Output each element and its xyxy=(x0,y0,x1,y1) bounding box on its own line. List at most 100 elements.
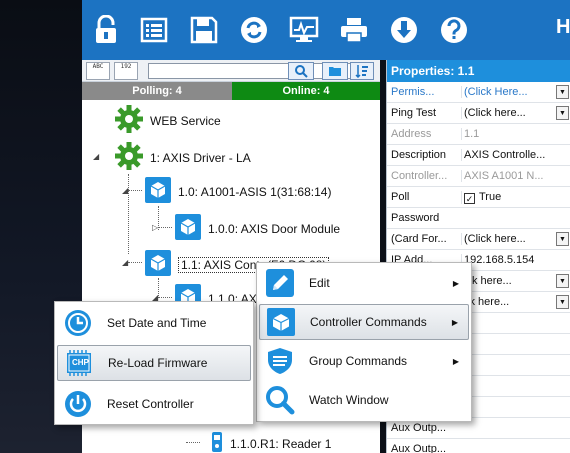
property-row[interactable]: Poll ✓ True xyxy=(387,187,570,208)
property-name: (Card For... xyxy=(391,233,447,245)
menu-item-label: Watch Window xyxy=(309,393,389,407)
menu-item-set-date-time[interactable]: Set Date and Time xyxy=(57,305,251,341)
property-value[interactable]: ✓ True xyxy=(461,191,569,204)
download-icon[interactable] xyxy=(387,13,421,47)
tree-node-controller-1-0[interactable]: 1.0: A1001-ASIS 1(31:68:14) xyxy=(144,176,331,207)
submenu-arrow-icon: ▶ xyxy=(452,278,459,288)
monitor-icon[interactable] xyxy=(287,13,321,47)
property-value[interactable]: ck here... xyxy=(461,296,569,308)
clock-icon xyxy=(63,308,93,338)
tree-node-label: 1.0: A1001-ASIS 1(31:68:14) xyxy=(178,184,332,199)
save-icon[interactable] xyxy=(187,13,221,47)
lock-icon[interactable] xyxy=(89,13,123,47)
property-row[interactable]: Description AXIS Controlle... xyxy=(387,145,570,166)
submenu-arrow-icon: ▶ xyxy=(452,356,459,366)
chip-label: CHP xyxy=(72,358,89,367)
device-cube-icon xyxy=(144,249,172,280)
property-row[interactable]: (Card For... (Click here... ▼ xyxy=(387,229,570,250)
online-count: Online: 4 xyxy=(232,82,380,100)
tree-node-label: WEB Service xyxy=(150,113,221,128)
property-row[interactable]: Password xyxy=(387,208,570,229)
polling-count: Polling: 4 xyxy=(82,82,232,100)
property-value[interactable]: 1.1 xyxy=(461,128,569,140)
dropdown-arrow-icon[interactable]: ▼ xyxy=(556,295,569,309)
help-icon[interactable] xyxy=(437,13,471,47)
tree-search-bar: ABC 192 xyxy=(82,60,380,82)
menu-item-group-commands[interactable]: Group Commands ▶ xyxy=(259,343,469,379)
menu-item-label: Reset Controller xyxy=(107,397,194,411)
power-icon xyxy=(63,389,93,419)
menu-item-label: Re-Load Firmware xyxy=(108,356,208,370)
context-menu: Edit ▶ Controller Commands ▶ Group Comma… xyxy=(256,262,472,422)
device-cube-icon xyxy=(174,213,202,244)
property-row[interactable]: Ping Test (Click here... ▼ xyxy=(387,103,570,124)
card-reader-icon xyxy=(210,431,224,453)
property-name: Controller... xyxy=(391,170,448,182)
window-title: H xyxy=(556,16,570,38)
property-value[interactable]: ick here... xyxy=(461,275,569,287)
controller-commands-submenu: Set Date and Time CHP Re-Load Firmware R… xyxy=(54,301,254,425)
menu-item-controller-commands[interactable]: Controller Commands ▶ xyxy=(259,304,469,340)
search-icon[interactable] xyxy=(288,62,314,80)
tree-node-reader[interactable]: 1.1.0.R1: Reader 1 xyxy=(210,431,331,453)
tree-node-door-module[interactable]: 1.0.0: AXIS Door Module xyxy=(174,213,340,244)
list-icon[interactable] xyxy=(137,13,171,47)
folder-icon[interactable] xyxy=(322,62,348,80)
main-toolbar: H xyxy=(82,0,570,60)
property-value[interactable]: AXIS Controlle... xyxy=(461,149,569,161)
menu-item-reset-controller[interactable]: Reset Controller xyxy=(57,386,251,422)
dropdown-arrow-icon[interactable]: ▼ xyxy=(556,232,569,246)
tree-node-driver[interactable]: 1: AXIS Driver - LA xyxy=(114,141,251,174)
collapse-icon[interactable]: ◢ xyxy=(122,186,128,195)
chip-icon: CHP xyxy=(64,348,94,378)
sort-icon[interactable] xyxy=(350,62,374,80)
sort-numeric-button[interactable]: 192 xyxy=(114,62,138,80)
menu-item-label: Group Commands xyxy=(309,354,408,368)
checkbox-checked[interactable]: ✓ xyxy=(464,193,475,204)
refresh-icon[interactable] xyxy=(237,13,271,47)
tree-node-label: 1: AXIS Driver - LA xyxy=(150,150,251,165)
device-cube-icon xyxy=(144,176,172,207)
tree-connector xyxy=(128,262,142,263)
tree-node-label: 1.1.0.R1: Reader 1 xyxy=(230,436,332,451)
property-value[interactable]: (Click here... xyxy=(461,233,569,245)
property-value[interactable]: (Click here... xyxy=(461,107,569,119)
property-row[interactable]: Aux Outp... xyxy=(387,439,570,453)
gear-icon xyxy=(114,141,144,174)
checkbox-label: True xyxy=(479,191,502,203)
collapse-icon[interactable]: ◢ xyxy=(122,258,128,267)
property-value[interactable]: 192.168.5.154 xyxy=(461,254,569,266)
property-name: Password xyxy=(391,212,440,224)
dropdown-arrow-icon[interactable]: ▼ xyxy=(556,106,569,120)
menu-item-label: Edit xyxy=(309,276,330,290)
collapse-icon[interactable]: ◢ xyxy=(93,152,99,161)
controller-icon xyxy=(266,307,296,337)
property-name: Poll xyxy=(391,191,410,203)
menu-item-reload-firmware[interactable]: CHP Re-Load Firmware xyxy=(57,345,251,381)
property-value[interactable]: (Click Here... xyxy=(461,86,569,98)
property-name: Description xyxy=(391,149,447,161)
sort-alpha-button[interactable]: ABC xyxy=(86,62,110,80)
property-row[interactable]: Address 1.1 xyxy=(387,124,570,145)
tree-connector xyxy=(158,227,172,228)
tree-node-label-text: 1.1: AXIS Contr xyxy=(181,257,264,272)
menu-item-label: Set Date and Time xyxy=(107,316,207,330)
dropdown-arrow-icon[interactable]: ▼ xyxy=(556,85,569,99)
status-bar: Polling: 4 Online: 4 xyxy=(82,82,380,100)
print-icon[interactable] xyxy=(337,13,371,47)
property-value[interactable]: AXIS A1001 N... xyxy=(461,170,569,182)
menu-item-watch-window[interactable]: Watch Window xyxy=(259,382,469,418)
property-name: Aux Outp... xyxy=(391,443,447,453)
property-row[interactable]: Controller... AXIS A1001 N... xyxy=(387,166,570,187)
menu-item-label: Controller Commands xyxy=(310,315,427,329)
expand-icon[interactable]: ▷ xyxy=(152,223,158,232)
tree-connector xyxy=(186,442,200,443)
gear-icon xyxy=(114,104,144,137)
submenu-arrow-icon: ▶ xyxy=(451,317,458,327)
shield-icon xyxy=(265,346,295,376)
tree-node-web-service[interactable]: WEB Service xyxy=(114,104,221,137)
dropdown-arrow-icon[interactable]: ▼ xyxy=(556,274,569,288)
magnifier-icon xyxy=(265,385,295,415)
property-row[interactable]: Permis... (Click Here... ▼ xyxy=(387,82,570,103)
menu-item-edit[interactable]: Edit ▶ xyxy=(259,265,469,301)
